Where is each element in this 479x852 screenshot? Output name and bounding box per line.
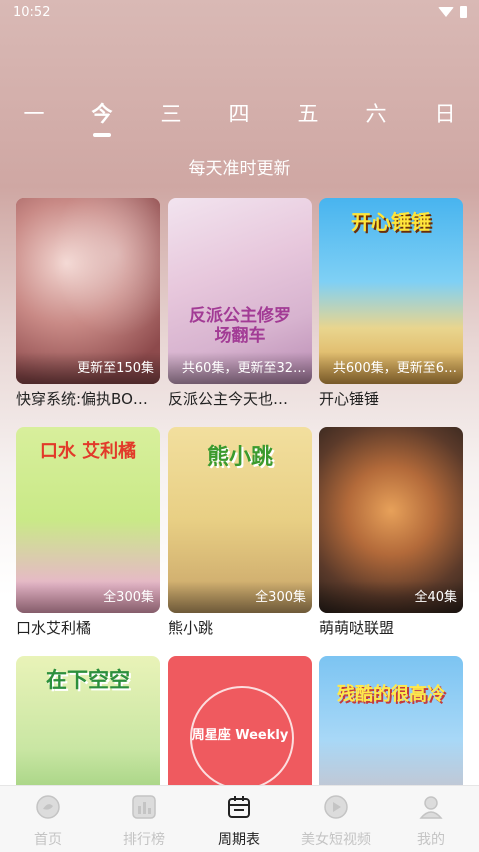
home-icon (36, 795, 60, 819)
anime-card[interactable]: 熊小跳 全300集 熊小跳 (168, 427, 312, 638)
status-bar: 10:52 (0, 0, 479, 26)
episode-badge: 更新至150集 (16, 352, 160, 384)
day-tab-sat[interactable]: 六 (356, 98, 396, 128)
anime-card[interactable]: 反派公主修罗场翻车 共60集，更新至32… 反派公主今天也… (168, 198, 312, 409)
episode-badge: 全300集 (168, 581, 312, 613)
anime-title: 反派公主今天也… (168, 390, 289, 408)
status-time: 10:52 (13, 5, 51, 20)
weekday-tabs: 一 今 三 四 五 六 日 (0, 98, 479, 138)
anime-title: 萌萌哒联盟 (319, 619, 395, 637)
tab-label: 首页 (34, 832, 62, 848)
anime-title: 快穿系统:偏执BO… (16, 390, 148, 408)
tab-label: 我的 (417, 832, 445, 848)
anime-cover: 反派公主修罗场翻车 共60集，更新至32… (168, 198, 312, 384)
schedule-subtitle: 每天准时更新 (188, 159, 291, 179)
tab-label: 周期表 (218, 832, 260, 848)
video-icon (324, 795, 348, 819)
tab-label: 排行榜 (123, 832, 165, 848)
ranking-icon (132, 795, 156, 819)
tab-ranking[interactable]: 排行榜 (99, 794, 189, 849)
anime-cover: 熊小跳 全300集 (168, 427, 312, 613)
day-tab-today[interactable]: 今 (82, 98, 122, 128)
anime-cover: 开心锤锤 共600集，更新至6… (319, 198, 463, 384)
anime-title: 口水艾利橘 (16, 619, 92, 637)
cover-logo: 在下空空 (46, 668, 130, 692)
anime-card[interactable]: 全40集 萌萌哒联盟 (319, 427, 463, 638)
tab-schedule[interactable]: 周期表 (194, 794, 284, 849)
episode-badge: 共60集，更新至32… (168, 352, 312, 384)
anime-card[interactable]: 口水 艾利橘 全300集 口水艾利橘 (16, 427, 160, 638)
anime-title: 开心锤锤 (319, 390, 380, 408)
day-tab-thu[interactable]: 四 (219, 98, 259, 128)
cover-logo: 开心锤锤 (351, 210, 431, 234)
profile-icon (419, 796, 443, 819)
active-day-indicator (93, 133, 111, 137)
anime-card[interactable]: 更新至150集 快穿系统:偏执BO… (16, 198, 160, 409)
day-tab-mon[interactable]: 一 (14, 98, 54, 128)
day-tab-sun[interactable]: 日 (425, 98, 465, 128)
anime-cover: 口水 艾利橘 全300集 (16, 427, 160, 613)
cover-logo: 反派公主修罗场翻车 (189, 306, 291, 346)
anime-cover: 更新至150集 (16, 198, 160, 384)
tab-short-video[interactable]: 美女短视频 (291, 794, 381, 849)
episode-badge: 全40集 (319, 581, 463, 613)
tab-label: 美女短视频 (301, 832, 371, 848)
anime-cover: 全40集 (319, 427, 463, 613)
cover-logo: 周星座 Weekly (191, 728, 289, 743)
battery-icon (460, 6, 467, 18)
tab-home[interactable]: 首页 (3, 794, 93, 849)
cover-logo: 残酷的很高冷 (337, 684, 445, 705)
tab-profile[interactable]: 我的 (386, 794, 476, 849)
cover-logo: 熊小跳 (206, 445, 273, 470)
calendar-icon (228, 796, 250, 818)
anime-card[interactable]: 开心锤锤 共600集，更新至6… 开心锤锤 (319, 198, 463, 409)
wifi-icon (438, 7, 454, 17)
bottom-tab-bar: 首页 排行榜 周期表 美女短视频 我的 (0, 785, 479, 852)
day-tab-wed[interactable]: 三 (151, 98, 191, 128)
episode-badge: 共600集，更新至6… (319, 352, 463, 384)
cover-logo: 口水 艾利橘 (39, 441, 137, 462)
anime-title: 熊小跳 (168, 619, 214, 637)
day-tab-fri[interactable]: 五 (288, 98, 328, 128)
episode-badge: 全300集 (16, 581, 160, 613)
